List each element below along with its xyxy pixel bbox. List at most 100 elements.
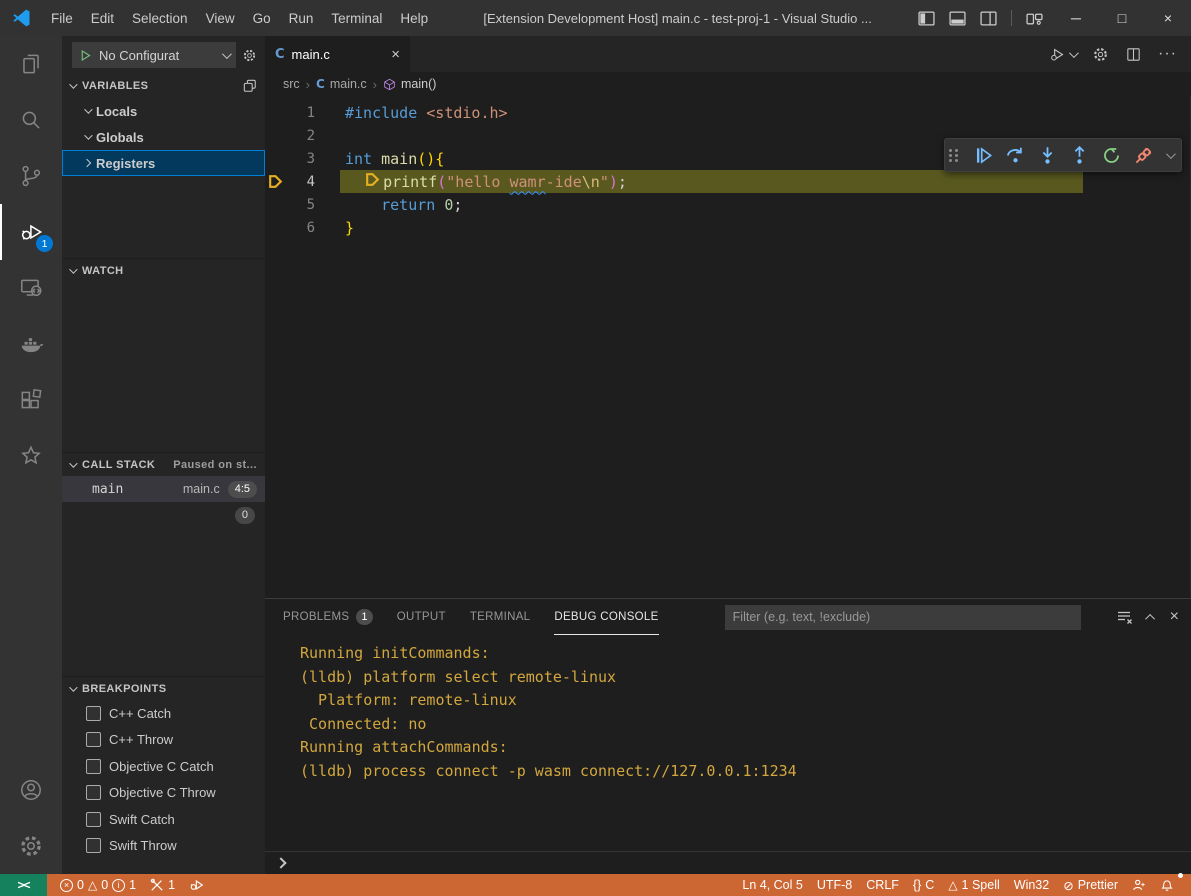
source-control-icon[interactable]	[0, 148, 62, 204]
breadcrumb-symbol[interactable]: main()	[401, 77, 436, 91]
problems-status[interactable]: × 0 △ 0 i 1	[53, 874, 143, 896]
panel-tab-problems[interactable]: PROBLEMS1	[283, 599, 373, 635]
code-token: return	[381, 196, 444, 214]
run-or-debug-button[interactable]	[1049, 46, 1076, 63]
breakpoint-checkbox[interactable]	[86, 706, 101, 721]
breakpoint-checkbox[interactable]	[86, 759, 101, 774]
spell-checker-status[interactable]: △ 1 Spell	[941, 874, 1006, 896]
disconnect-button[interactable]	[1134, 146, 1153, 165]
debug-console-input[interactable]	[265, 851, 1191, 874]
breakpoint-checkbox[interactable]	[86, 732, 101, 747]
menu-item-file[interactable]: File	[42, 11, 82, 26]
menu-item-view[interactable]: View	[197, 11, 244, 26]
menu-item-go[interactable]: Go	[244, 11, 280, 26]
menu-item-edit[interactable]: Edit	[82, 11, 123, 26]
extensions-icon[interactable]	[0, 372, 62, 428]
variables-item-locals[interactable]: Locals	[62, 98, 265, 124]
panel-tab-debug-console[interactable]: DEBUG CONSOLE	[554, 599, 658, 635]
continue-button[interactable]	[974, 146, 993, 165]
breakpoint-checkbox[interactable]	[86, 838, 101, 853]
breadcrumb-file[interactable]: main.c	[330, 77, 367, 91]
formatter-status[interactable]: ⊘ Prettier	[1056, 874, 1125, 896]
docker-icon[interactable]	[0, 316, 62, 372]
thread-row[interactable]: 0	[62, 502, 265, 528]
drag-handle-icon[interactable]	[949, 149, 959, 162]
watch-section-header[interactable]: WATCH	[62, 258, 265, 282]
debug-configuration-dropdown[interactable]: No Configurat	[72, 42, 236, 68]
code-token: ;	[453, 196, 462, 214]
run-and-debug-icon[interactable]: 1	[0, 204, 62, 260]
search-icon[interactable]	[0, 92, 62, 148]
step-into-button[interactable]	[1038, 146, 1057, 165]
close-tab-icon[interactable]: ×	[391, 46, 400, 63]
toggle-panel-icon[interactable]	[949, 10, 966, 27]
debug-more-actions-icon[interactable]	[1166, 149, 1176, 159]
split-editor-icon[interactable]	[1125, 46, 1142, 63]
customize-layout-icon[interactable]	[1026, 10, 1043, 27]
code-line-5[interactable]: 5 return 0;	[265, 193, 1190, 216]
editor-tab-main-c[interactable]: C main.c ×	[265, 36, 410, 72]
console-filter-input[interactable]	[725, 605, 1081, 630]
notifications-bell[interactable]	[1153, 874, 1181, 896]
code-token	[345, 196, 381, 214]
panel-tab-terminal[interactable]: TERMINAL	[470, 599, 531, 635]
menu-item-terminal[interactable]: Terminal	[322, 11, 391, 26]
step-out-button[interactable]	[1070, 146, 1089, 165]
code-line-4[interactable]: 4 printf("hello wamr-ide\n");	[265, 170, 1190, 193]
code-editor[interactable]: 1#include <stdio.h>23int main(){4 printf…	[265, 96, 1191, 598]
panel-tab-label: OUTPUT	[397, 611, 446, 623]
debug-console-output[interactable]: Running initCommands:(lldb) platform sel…	[265, 635, 1191, 851]
copy-value-icon[interactable]	[243, 79, 257, 93]
breakpoint-row[interactable]: C++ Catch	[62, 700, 265, 727]
minimize-button[interactable]: ─	[1053, 0, 1099, 36]
close-button[interactable]: ×	[1145, 0, 1191, 36]
breakpoints-section-header[interactable]: BREAKPOINTS	[62, 676, 265, 700]
clear-console-icon[interactable]	[1117, 609, 1133, 625]
account-icon[interactable]	[0, 762, 62, 818]
remote-indicator[interactable]: ><	[0, 874, 47, 896]
breadcrumb-folder[interactable]: src	[283, 77, 300, 91]
panel-tab-output[interactable]: OUTPUT	[397, 599, 446, 635]
toggle-secondary-sidebar-icon[interactable]	[980, 10, 997, 27]
close-panel-icon[interactable]: ×	[1170, 608, 1179, 626]
menu-item-help[interactable]: Help	[391, 11, 437, 26]
launch-json-gear-icon[interactable]	[242, 48, 257, 63]
remote-explorer-icon[interactable]	[0, 260, 62, 316]
gear-icon[interactable]	[1092, 46, 1109, 63]
breakpoint-row[interactable]: Swift Throw	[62, 833, 265, 860]
call-stack-section-header[interactable]: CALL STACK Paused on st...	[62, 452, 265, 476]
more-actions-icon[interactable]: ···	[1158, 45, 1177, 63]
debug-status[interactable]	[182, 874, 212, 896]
code-line-1[interactable]: 1#include <stdio.h>	[265, 101, 1190, 124]
toggle-sidebar-icon[interactable]	[918, 10, 935, 27]
start-debug-icon[interactable]	[79, 49, 92, 62]
menu-item-selection[interactable]: Selection	[123, 11, 197, 26]
stack-frame-row[interactable]: main main.c 4:5	[62, 476, 265, 502]
platform-indicator[interactable]: Win32	[1007, 874, 1056, 896]
variables-item-registers[interactable]: Registers	[62, 150, 265, 176]
breakpoint-row[interactable]: Objective C Catch	[62, 753, 265, 780]
step-over-button[interactable]	[1006, 146, 1025, 165]
language-mode[interactable]: {} C	[906, 874, 941, 896]
tools-status[interactable]: 1	[143, 874, 182, 896]
breakpoint-row[interactable]: C++ Throw	[62, 727, 265, 754]
feedback-status[interactable]	[1125, 874, 1153, 896]
breakpoint-row[interactable]: Objective C Throw	[62, 780, 265, 807]
breakpoint-row[interactable]: Swift Catch	[62, 806, 265, 833]
eol-indicator[interactable]: CRLF	[859, 874, 906, 896]
code-line-6[interactable]: 6}	[265, 216, 1190, 239]
variables-section-header[interactable]: VARIABLES	[62, 74, 265, 98]
settings-gear-icon[interactable]	[0, 818, 62, 874]
variables-item-globals[interactable]: Globals	[62, 124, 265, 150]
code-token: }	[345, 219, 354, 237]
menu-item-run[interactable]: Run	[280, 11, 323, 26]
breakpoint-checkbox[interactable]	[86, 812, 101, 827]
breakpoint-checkbox[interactable]	[86, 785, 101, 800]
encoding-indicator[interactable]: UTF-8	[810, 874, 859, 896]
explorer-icon[interactable]	[0, 36, 62, 92]
cursor-position[interactable]: Ln 4, Col 5	[735, 874, 809, 896]
restart-button[interactable]	[1102, 146, 1121, 165]
maximize-panel-icon[interactable]	[1145, 613, 1155, 623]
maximize-button[interactable]: □	[1099, 0, 1145, 36]
star-icon[interactable]	[0, 428, 62, 484]
